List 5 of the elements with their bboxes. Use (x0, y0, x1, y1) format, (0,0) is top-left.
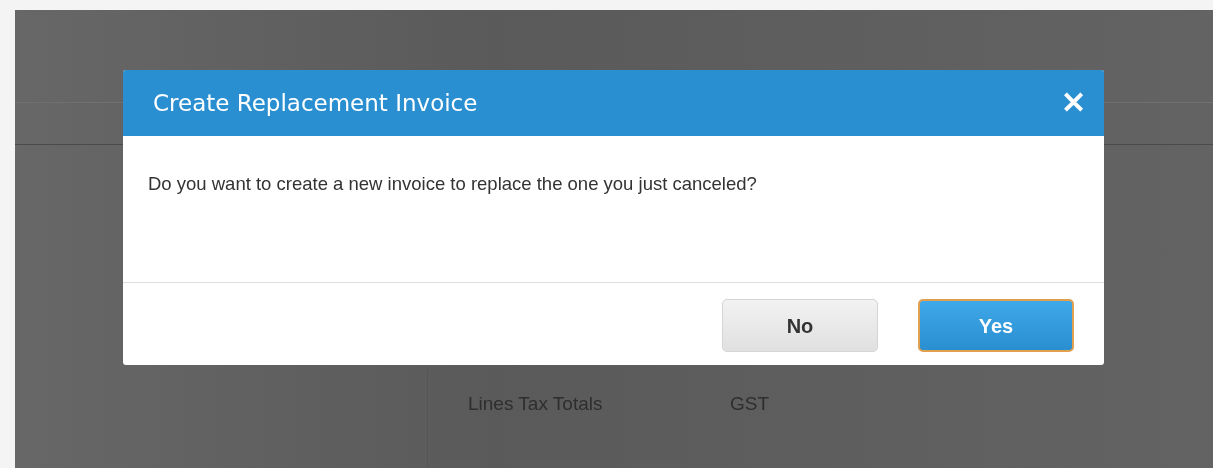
dialog-message: Do you want to create a new invoice to replace the one you just canceled? (148, 173, 757, 194)
confirm-button[interactable]: Yes (918, 299, 1074, 352)
cancel-button[interactable]: No (722, 299, 878, 352)
close-button[interactable]: ✕ (1057, 88, 1090, 118)
dialog-title: Create Replacement Invoice (153, 88, 478, 118)
